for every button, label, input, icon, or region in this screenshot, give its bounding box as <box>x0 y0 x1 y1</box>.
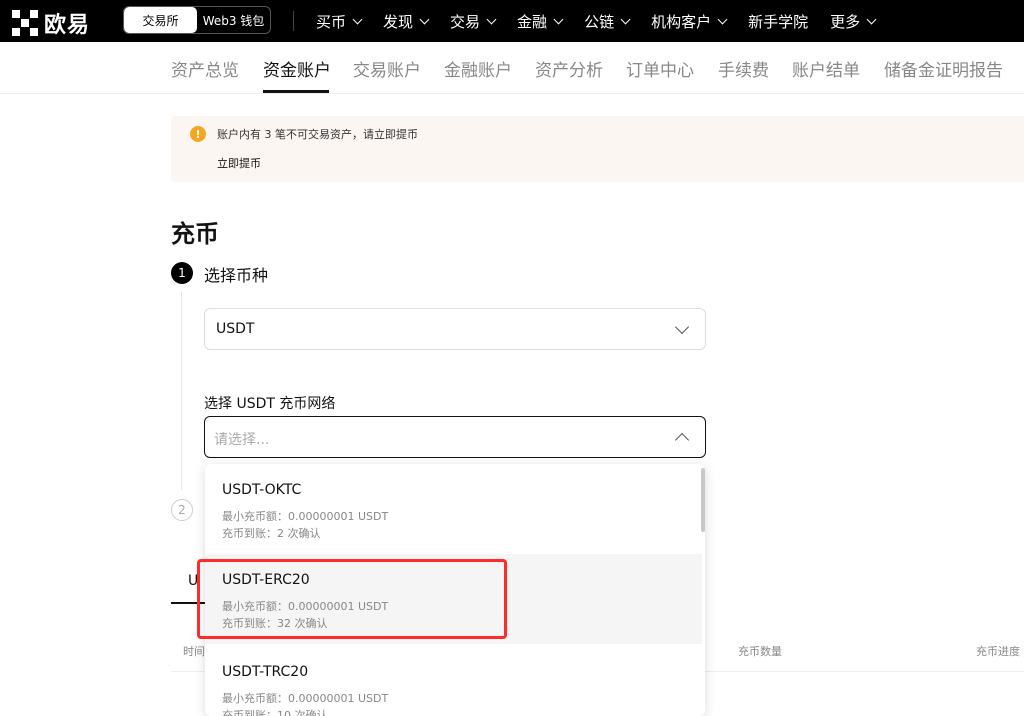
okx-logo-icon <box>12 10 38 36</box>
tab-asset-overview[interactable]: 资产总览 <box>171 56 239 81</box>
chevron-down-icon <box>620 14 631 24</box>
divider <box>293 11 294 31</box>
option-name: USDT-ERC20 <box>222 572 310 588</box>
exchange-switch-button[interactable]: 交易所 <box>124 7 197 33</box>
nav-institutional[interactable]: 机构客户 <box>651 11 728 32</box>
web3-wallet-switch-button[interactable]: Web3 钱包 <box>197 7 270 33</box>
network-option-trc20[interactable]: USDT-TRC20 最小充币额：0.00000001 USDT 充币到账：10… <box>205 646 702 716</box>
tab-proof-of-reserves[interactable]: 储备金证明报告 <box>884 56 1003 81</box>
notice-banner: ! 账户内有 3 笔不可交易资产，请立即提币 立即提币 <box>171 116 1024 182</box>
chevron-down-icon <box>553 14 564 24</box>
option-min-deposit: 最小充币额：0.00000001 USDT <box>222 692 389 705</box>
option-name: USDT-OKTC <box>222 482 302 498</box>
tab-asset-analysis[interactable]: 资产分析 <box>535 56 603 81</box>
withdraw-now-link[interactable]: 立即提币 <box>217 155 261 171</box>
coin-select[interactable]: USDT <box>204 308 706 350</box>
chevron-up-icon <box>674 432 690 448</box>
logo-text: 欧易 <box>44 13 91 38</box>
network-select[interactable]: 请选择... <box>204 416 706 458</box>
logo[interactable]: 欧易 <box>12 7 90 39</box>
nav-academy[interactable]: 新手学院 <box>748 11 808 32</box>
step-1-label: 选择币种 <box>204 266 269 285</box>
history-tab-indicator <box>171 602 207 604</box>
step-2-badge: 2 <box>171 499 193 521</box>
column-time: 时间 <box>183 645 205 658</box>
page-title: 充币 <box>171 220 219 248</box>
history-tab[interactable]: U <box>188 573 198 589</box>
tab-trading-account[interactable]: 交易账户 <box>353 56 421 81</box>
chevron-down-icon <box>352 14 363 24</box>
option-name: USDT-TRC20 <box>222 664 309 680</box>
step-1-badge: 1 <box>171 262 193 284</box>
chevron-down-icon <box>486 14 497 24</box>
notice-text: 账户内有 3 笔不可交易资产，请立即提币 <box>217 128 418 141</box>
assets-subnav: 资产总览 资金账户 交易账户 金融账户 资产分析 订单中心 手续费 账户结单 储… <box>0 42 1024 94</box>
active-tab-indicator <box>263 90 329 93</box>
step-connector <box>181 292 182 490</box>
nav-chain[interactable]: 公链 <box>584 11 631 32</box>
nav-discover[interactable]: 发现 <box>383 11 430 32</box>
tab-fees[interactable]: 手续费 <box>718 56 769 81</box>
top-bar: 欧易 交易所 Web3 钱包 买币 发现 交易 金融 公链 机构客户 新手学院 … <box>0 0 1024 42</box>
dropdown-scrollbar[interactable] <box>701 468 705 532</box>
main-nav: 买币 发现 交易 金融 公链 机构客户 新手学院 更多 <box>316 0 877 42</box>
network-select-placeholder: 请选择... <box>214 432 270 448</box>
nav-trade[interactable]: 交易 <box>450 11 497 32</box>
tab-statements[interactable]: 账户结单 <box>792 56 860 81</box>
coin-select-value: USDT <box>216 321 255 337</box>
nav-finance[interactable]: 金融 <box>517 11 564 32</box>
nav-buy-crypto[interactable]: 买币 <box>316 11 363 32</box>
tab-finance-account[interactable]: 金融账户 <box>444 56 512 81</box>
nav-more[interactable]: 更多 <box>830 11 877 32</box>
network-dropdown: USDT-OKTC 最小充币额：0.00000001 USDT 充币到账：2 次… <box>205 464 705 716</box>
chevron-down-icon <box>674 319 690 335</box>
tab-order-center[interactable]: 订单中心 <box>626 56 694 81</box>
chevron-down-icon <box>717 14 728 24</box>
option-confirmations: 充币到账：10 次确认 <box>222 709 328 716</box>
warning-icon: ! <box>190 126 206 142</box>
option-min-deposit: 最小充币额：0.00000001 USDT <box>222 510 389 523</box>
option-min-deposit: 最小充币额：0.00000001 USDT <box>222 600 389 613</box>
option-confirmations: 充币到账：2 次确认 <box>222 527 321 540</box>
tab-funding-account[interactable]: 资金账户 <box>263 56 331 81</box>
column-amount: 充币数量 <box>738 645 782 658</box>
chevron-down-icon <box>866 14 877 24</box>
column-progress: 充币进度 <box>976 645 1020 658</box>
network-option-erc20[interactable]: USDT-ERC20 最小充币额：0.00000001 USDT 充币到账：32… <box>205 554 702 644</box>
option-confirmations: 充币到账：32 次确认 <box>222 617 328 630</box>
product-switch: 交易所 Web3 钱包 <box>123 6 271 34</box>
network-option-oktc[interactable]: USDT-OKTC 最小充币额：0.00000001 USDT 充币到账：2 次… <box>205 464 702 554</box>
network-label: 选择 USDT 充币网络 <box>204 396 336 412</box>
chevron-down-icon <box>419 14 430 24</box>
